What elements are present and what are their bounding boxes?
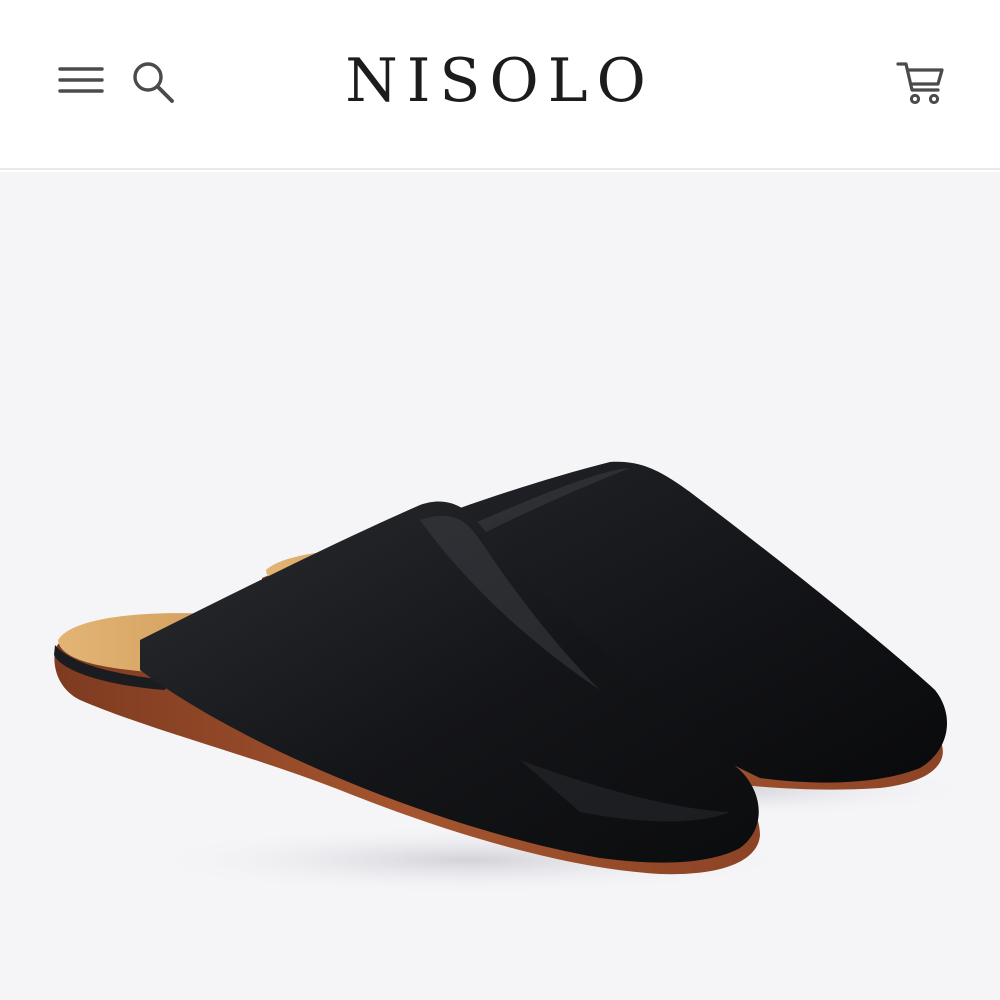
product-image <box>54 461 980 895</box>
search-icon <box>133 62 174 103</box>
product-page: NISOLO <box>0 0 1000 1000</box>
product-image-area <box>0 172 1000 1000</box>
search-button[interactable] <box>126 55 180 109</box>
brand-logo[interactable]: NISOLO <box>300 46 700 116</box>
top-navigation-bar: NISOLO <box>0 0 1000 170</box>
cart-icon <box>896 62 944 105</box>
hamburger-menu-icon <box>58 67 104 93</box>
cart-button[interactable] <box>892 55 950 109</box>
hamburger-menu-button[interactable] <box>52 55 108 105</box>
